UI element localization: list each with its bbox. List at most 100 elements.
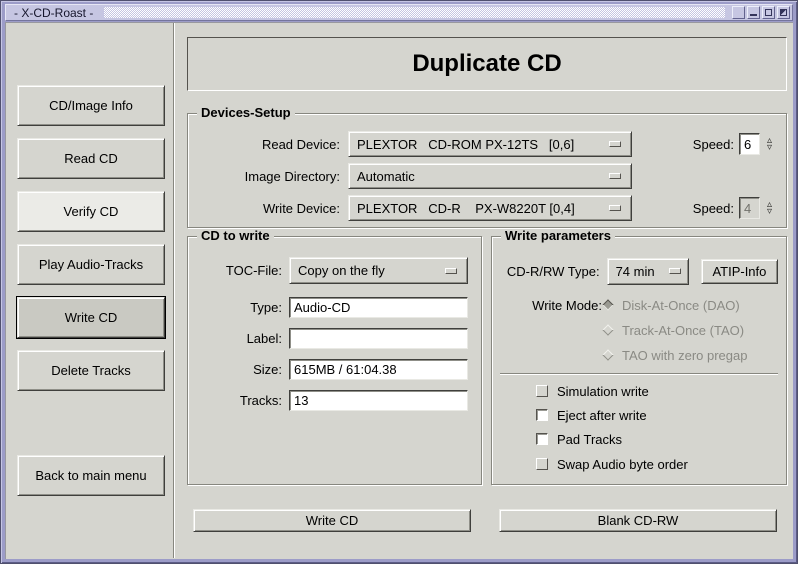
type-label: Type: bbox=[198, 300, 282, 315]
option-menu-indicator-icon bbox=[669, 268, 681, 274]
image-directory-value: Automatic bbox=[357, 169, 415, 184]
sidebar-item-label: CD/Image Info bbox=[49, 98, 133, 113]
toc-file-label: TOC-File: bbox=[198, 263, 282, 278]
blank-cdrw-button-label: Blank CD-RW bbox=[598, 513, 679, 528]
radio-label: Track-At-Once (TAO) bbox=[622, 323, 744, 338]
maximize-button[interactable] bbox=[762, 6, 775, 19]
write-mode-label: Write Mode: bbox=[500, 298, 602, 313]
read-speed-spinner[interactable]: ▵▿ bbox=[763, 137, 776, 151]
sidebar-item-label: Verify CD bbox=[64, 204, 119, 219]
sidebar-item-cd-image-info[interactable]: CD/Image Info bbox=[17, 85, 165, 126]
checkbox-label: Eject after write bbox=[557, 408, 647, 423]
sidebar-item-delete-tracks[interactable]: Delete Tracks bbox=[17, 350, 165, 391]
page-title: Duplicate CD bbox=[412, 50, 561, 78]
tracks-label: Tracks: bbox=[198, 393, 282, 408]
app-window: - X-CD-Roast - CD/Image Info Read CD Ver… bbox=[0, 0, 798, 564]
window-extra-button[interactable] bbox=[732, 6, 745, 19]
sidebar-separator bbox=[173, 23, 174, 558]
size-label: Size: bbox=[198, 362, 282, 377]
close-button[interactable] bbox=[777, 6, 790, 19]
option-menu-indicator-icon bbox=[609, 141, 621, 147]
cdr-type-value: 74 min bbox=[616, 264, 655, 279]
blank-cdrw-button[interactable]: Blank CD-RW bbox=[499, 509, 777, 532]
read-speed-label: Speed: bbox=[693, 137, 734, 152]
cdr-type-select[interactable]: 74 min bbox=[607, 258, 689, 285]
image-directory-select[interactable]: Automatic bbox=[348, 163, 632, 189]
sidebar-item-write-cd[interactable]: Write CD bbox=[17, 297, 165, 338]
image-directory-label: Image Directory: bbox=[198, 169, 340, 184]
checkbox-simulation-write[interactable]: Simulation write bbox=[536, 384, 649, 398]
write-parameters-frame: Write parameters CD-R/RW Type: 74 min AT… bbox=[491, 236, 787, 485]
write-parameters-legend: Write parameters bbox=[501, 229, 615, 243]
write-device-label: Write Device: bbox=[198, 201, 340, 216]
sidebar-item-label: Back to main menu bbox=[35, 468, 146, 483]
radio-dao: Disk-At-Once (DAO) bbox=[602, 297, 740, 313]
sidebar-item-read-cd[interactable]: Read CD bbox=[17, 138, 165, 179]
radio-tao: Track-At-Once (TAO) bbox=[602, 322, 744, 338]
size-value: 615MB / 61:04.38 bbox=[294, 362, 397, 377]
option-menu-indicator-icon bbox=[609, 173, 621, 179]
titlebar-stipple bbox=[104, 7, 725, 18]
atip-info-label: ATIP-Info bbox=[712, 264, 766, 279]
window-title: - X-CD-Roast - bbox=[8, 6, 99, 20]
titlebar[interactable]: - X-CD-Roast - bbox=[5, 4, 793, 21]
tracks-input[interactable]: 13 bbox=[289, 390, 468, 411]
minimize-icon bbox=[750, 14, 757, 16]
spin-down-icon[interactable]: ▿ bbox=[763, 144, 776, 151]
sidebar-item-label: Play Audio-Tracks bbox=[39, 257, 143, 272]
back-to-main-menu-button[interactable]: Back to main menu bbox=[17, 455, 165, 496]
toc-file-select[interactable]: Copy on the fly bbox=[289, 257, 468, 284]
sidebar-item-label: Read CD bbox=[64, 151, 117, 166]
checkbox-pad-tracks[interactable]: Pad Tracks bbox=[536, 432, 622, 446]
write-cd-button[interactable]: Write CD bbox=[193, 509, 471, 532]
label-input[interactable] bbox=[289, 328, 468, 349]
sidebar-item-label: Delete Tracks bbox=[51, 363, 130, 378]
radio-icon bbox=[602, 349, 613, 360]
write-speed-label: Speed: bbox=[693, 201, 734, 216]
atip-info-button[interactable]: ATIP-Info bbox=[701, 259, 778, 284]
page-title-box: Duplicate CD bbox=[187, 37, 787, 91]
checkbox-label: Swap Audio byte order bbox=[557, 457, 688, 472]
checkbox-label: Pad Tracks bbox=[557, 432, 622, 447]
write-speed-input: 4 bbox=[739, 197, 760, 219]
devices-setup-frame: Devices-Setup Read Device: PLEXTOR CD-RO… bbox=[187, 113, 787, 228]
size-input[interactable]: 615MB / 61:04.38 bbox=[289, 359, 468, 380]
cdr-type-label: CD-R/RW Type: bbox=[500, 264, 600, 279]
radio-label: Disk-At-Once (DAO) bbox=[622, 298, 740, 313]
cd-to-write-legend: CD to write bbox=[197, 229, 274, 243]
tracks-value: 13 bbox=[294, 393, 308, 408]
checkbox-swap-audio-byte-order[interactable]: Swap Audio byte order bbox=[536, 457, 688, 471]
sidebar-item-play-audio-tracks[interactable]: Play Audio-Tracks bbox=[17, 244, 165, 285]
checkbox-icon[interactable] bbox=[536, 433, 548, 445]
read-device-label: Read Device: bbox=[198, 137, 340, 152]
write-device-value: PLEXTOR CD-R PX-W8220T [0,4] bbox=[357, 201, 575, 216]
radio-tao-zero-pregap: TAO with zero pregap bbox=[602, 347, 747, 363]
spin-down-icon[interactable]: ▿ bbox=[763, 208, 776, 215]
read-device-select[interactable]: PLEXTOR CD-ROM PX-12TS [0,6] bbox=[348, 131, 632, 157]
checkbox-icon[interactable] bbox=[536, 385, 548, 397]
write-speed-spinner[interactable]: ▵▿ bbox=[763, 201, 776, 215]
sidebar-item-verify-cd[interactable]: Verify CD bbox=[17, 191, 165, 232]
toc-file-value: Copy on the fly bbox=[298, 263, 385, 278]
read-device-value: PLEXTOR CD-ROM PX-12TS [0,6] bbox=[357, 137, 574, 152]
option-menu-indicator-icon bbox=[445, 268, 457, 274]
read-speed-input[interactable]: 6 bbox=[739, 133, 760, 155]
sidebar-item-label: Write CD bbox=[65, 310, 117, 325]
type-input[interactable]: Audio-CD bbox=[289, 297, 468, 318]
checkbox-icon[interactable] bbox=[536, 409, 548, 421]
maximize-icon bbox=[765, 9, 772, 16]
checkbox-icon[interactable] bbox=[536, 458, 548, 470]
write-device-select[interactable]: PLEXTOR CD-R PX-W8220T [0,4] bbox=[348, 195, 632, 221]
checkbox-eject-after-write[interactable]: Eject after write bbox=[536, 408, 647, 422]
minimize-button[interactable] bbox=[747, 6, 760, 19]
checkbox-label: Simulation write bbox=[557, 384, 649, 399]
close-icon bbox=[780, 9, 787, 16]
radio-label: TAO with zero pregap bbox=[622, 348, 747, 363]
write-parameters-separator bbox=[500, 373, 778, 374]
cd-to-write-frame: CD to write TOC-File: Copy on the fly Ty… bbox=[187, 236, 482, 485]
write-cd-button-label: Write CD bbox=[306, 513, 358, 528]
devices-setup-legend: Devices-Setup bbox=[197, 106, 295, 120]
radio-icon bbox=[602, 299, 613, 310]
type-value: Audio-CD bbox=[294, 300, 350, 315]
write-speed-value: 4 bbox=[744, 201, 751, 216]
